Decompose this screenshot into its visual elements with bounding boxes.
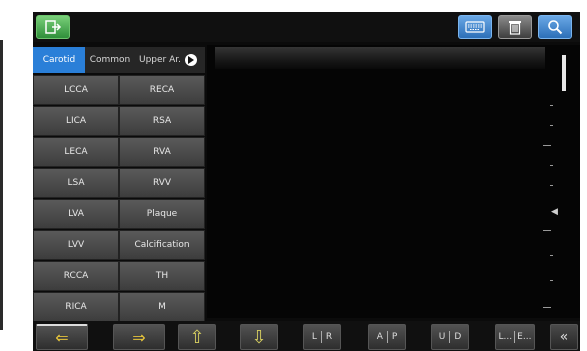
device-frame: Carotid Common Upper Ar. LCCA RECA LICA … (0, 0, 587, 351)
top-toolbar (33, 12, 580, 42)
annotation-button-rcca[interactable]: RCCA (33, 261, 119, 291)
depth-tick (550, 105, 553, 106)
move-right-button[interactable]: ⇒ (113, 324, 165, 350)
tab-carotid[interactable]: Carotid (33, 47, 85, 73)
annotation-button-rvv[interactable]: RVV (119, 168, 205, 198)
annotation-button-rica[interactable]: RICA (33, 292, 119, 322)
flip-anterior-posterior-button[interactable]: AP (368, 324, 406, 350)
flip-lr-right-label: R (325, 332, 333, 342)
image-echo-band (215, 47, 545, 69)
orientation-le-right-label: E... (517, 332, 532, 342)
tab-upper-arm-label: Upper Ar. (139, 55, 182, 65)
depth-tick (543, 230, 551, 231)
annotation-button-plaque[interactable]: Plaque (119, 199, 205, 229)
search-icon (548, 20, 563, 35)
trash-icon (509, 21, 521, 35)
move-up-button[interactable]: ⇧ (178, 324, 216, 350)
flip-up-down-button[interactable]: UD (431, 324, 469, 350)
flip-ap-right-label: P (391, 332, 398, 342)
annotation-button-lva[interactable]: LVA (33, 199, 119, 229)
annotation-button-th[interactable]: TH (119, 261, 205, 291)
ultrasound-screen: Carotid Common Upper Ar. LCCA RECA LICA … (33, 12, 580, 351)
depth-tick (550, 125, 553, 126)
arrow-down-icon: ⇩ (251, 326, 267, 348)
double-chevron-left-icon: « (559, 329, 569, 345)
annotation-button-rva[interactable]: RVA (119, 137, 205, 167)
annotation-button-leca[interactable]: LECA (33, 137, 119, 167)
tab-upper-arm[interactable]: Upper Ar. (135, 47, 205, 73)
annotation-button-lsa[interactable]: LSA (33, 168, 119, 198)
flip-ap-left-label: A (376, 332, 383, 342)
annotation-button-lcca[interactable]: LCCA (33, 75, 119, 105)
arrow-left-icon: ⇐ (55, 328, 69, 347)
depth-tick (550, 165, 553, 166)
depth-tick (550, 280, 553, 281)
depth-scale-bar (562, 55, 566, 91)
collapse-panel-button[interactable]: « (550, 324, 578, 350)
flip-ud-right-label: D (454, 332, 462, 342)
flip-ud-left-label: U (438, 332, 446, 342)
flip-left-right-button[interactable]: LR (303, 324, 341, 350)
depth-tick (543, 307, 551, 308)
annotation-button-lica[interactable]: LICA (33, 106, 119, 136)
play-more-icon[interactable] (185, 54, 198, 66)
flip-lr-left-label: L (311, 332, 317, 342)
orientation-le-button[interactable]: L... E... (495, 324, 535, 350)
delete-button[interactable] (498, 15, 532, 39)
category-tabs: Carotid Common Upper Ar. (33, 47, 205, 73)
move-down-button[interactable]: ⇩ (240, 324, 278, 350)
frame-edge (0, 40, 3, 330)
annotation-button-calcification[interactable]: Calcification (119, 230, 205, 260)
arrow-right-icon: ⇒ (132, 327, 146, 347)
keyboard-icon (465, 21, 485, 33)
annotation-button-reca[interactable]: RECA (119, 75, 205, 105)
tab-common[interactable]: Common (85, 47, 135, 73)
search-button[interactable] (538, 15, 572, 39)
annotation-button-lvv[interactable]: LVV (33, 230, 119, 260)
exit-button[interactable] (36, 15, 70, 39)
arrow-up-icon: ⇧ (189, 326, 205, 348)
move-left-button[interactable]: ⇐ (36, 324, 88, 350)
bottom-toolbar: ⇐ ⇒ ⇧ ⇩ LR AP UD L... E... « (33, 321, 580, 351)
keyboard-button[interactable] (458, 15, 492, 39)
ultrasound-image[interactable]: ◀ (207, 45, 580, 318)
depth-tick (550, 255, 553, 256)
focus-marker-icon: ◀ (551, 207, 558, 217)
annotation-button-rsa[interactable]: RSA (119, 106, 205, 136)
depth-tick (543, 145, 551, 146)
depth-tick (550, 185, 553, 186)
orientation-le-left-label: L... (498, 332, 513, 342)
exit-icon (45, 20, 62, 34)
annotation-button-m[interactable]: M (119, 292, 205, 322)
